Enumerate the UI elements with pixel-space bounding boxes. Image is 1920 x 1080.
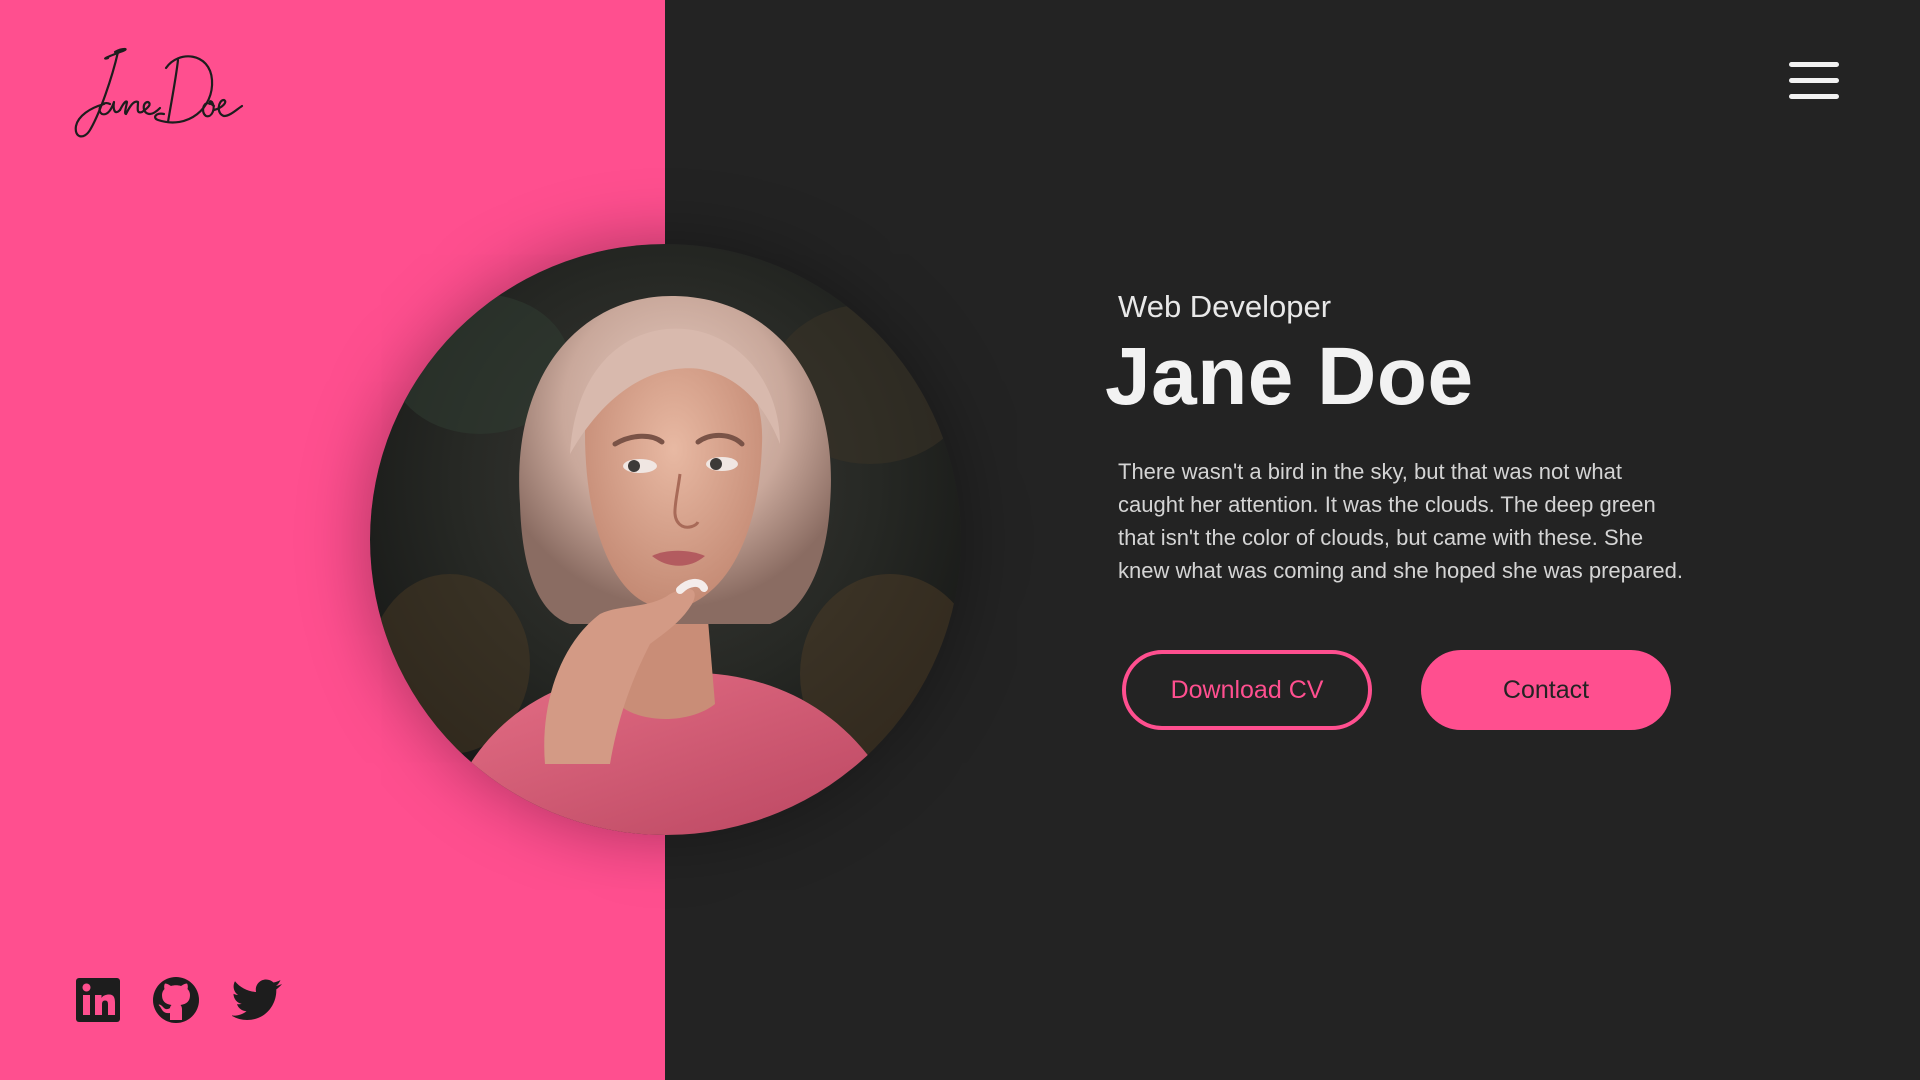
hamburger-menu-icon[interactable] [1786,60,1842,104]
menu-bar-middle [1789,78,1839,83]
linkedin-icon[interactable] [74,976,122,1024]
linkedin-icon-graphic [76,978,120,1022]
job-title: Web Developer [1118,289,1332,324]
download-cv-button[interactable]: Download CV [1122,650,1372,730]
signature-logo-graphic [74,47,244,138]
portfolio-page: Web Developer Jane Doe There wasn't a bi… [0,0,1920,1080]
hero-actions: Download CV Contact [1122,650,1682,730]
twitter-icon-graphic [231,979,282,1020]
portrait-illustration [370,244,961,835]
bio-paragraph: There wasn't a bird in the sky, but that… [1118,459,1684,583]
profile-photo [370,244,961,835]
hero-section: Web Developer Jane Doe There wasn't a bi… [1105,287,1705,587]
github-icon-graphic [153,977,199,1023]
person-name: Jane Doe [1105,331,1474,422]
menu-bar-top [1789,62,1839,67]
twitter-icon[interactable] [231,976,284,1024]
menu-bar-bottom [1789,94,1839,99]
contact-button[interactable]: Contact [1421,650,1671,730]
signature-logo[interactable] [60,38,260,148]
github-icon[interactable] [152,976,200,1024]
